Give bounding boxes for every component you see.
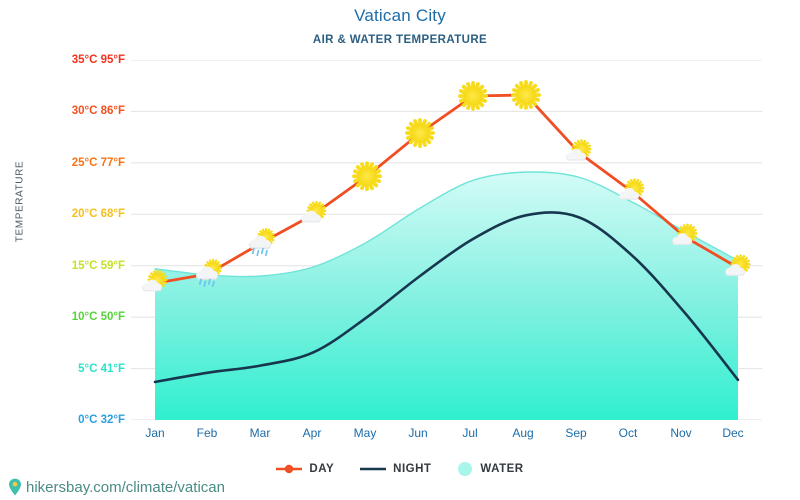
legend: DAY NIGHT WATER	[0, 461, 800, 477]
legend-label-day: DAY	[309, 463, 335, 475]
x-tick-jun: Jun	[408, 426, 428, 440]
legend-item-night[interactable]: NIGHT	[360, 463, 431, 475]
x-tick-jul: Jul	[462, 426, 478, 440]
location-pin-icon	[9, 478, 21, 496]
x-tick-apr: Apr	[302, 426, 322, 440]
x-tick-jan: Jan	[145, 426, 165, 440]
legend-label-water: WATER	[480, 463, 524, 475]
legend-item-day[interactable]: DAY	[276, 463, 334, 475]
footer[interactable]: hikersbay.com/climate/vatican	[8, 478, 225, 496]
x-tick-feb: Feb	[196, 426, 218, 440]
x-tick-aug: Aug	[512, 426, 534, 440]
day-legend-swatch-icon	[276, 464, 303, 474]
footer-url: hikersbay.com/climate/vatican	[26, 478, 225, 496]
legend-item-water[interactable]: WATER	[457, 461, 523, 477]
x-axis-tick-labels: Jan Feb Mar Apr May Jun Jul Aug Sep Oct …	[0, 0, 800, 500]
night-legend-swatch-icon	[360, 467, 387, 471]
x-tick-may: May	[353, 426, 377, 440]
x-tick-mar: Mar	[249, 426, 271, 440]
legend-label-night: NIGHT	[393, 463, 432, 475]
x-tick-oct: Oct	[618, 426, 638, 440]
climate-chart: Vatican City AIR & WATER TEMPERATURE TEM…	[0, 0, 800, 500]
x-tick-nov: Nov	[670, 426, 692, 440]
water-legend-swatch-icon	[458, 462, 473, 476]
x-tick-sep: Sep	[565, 426, 587, 440]
x-tick-dec: Dec	[722, 426, 744, 440]
